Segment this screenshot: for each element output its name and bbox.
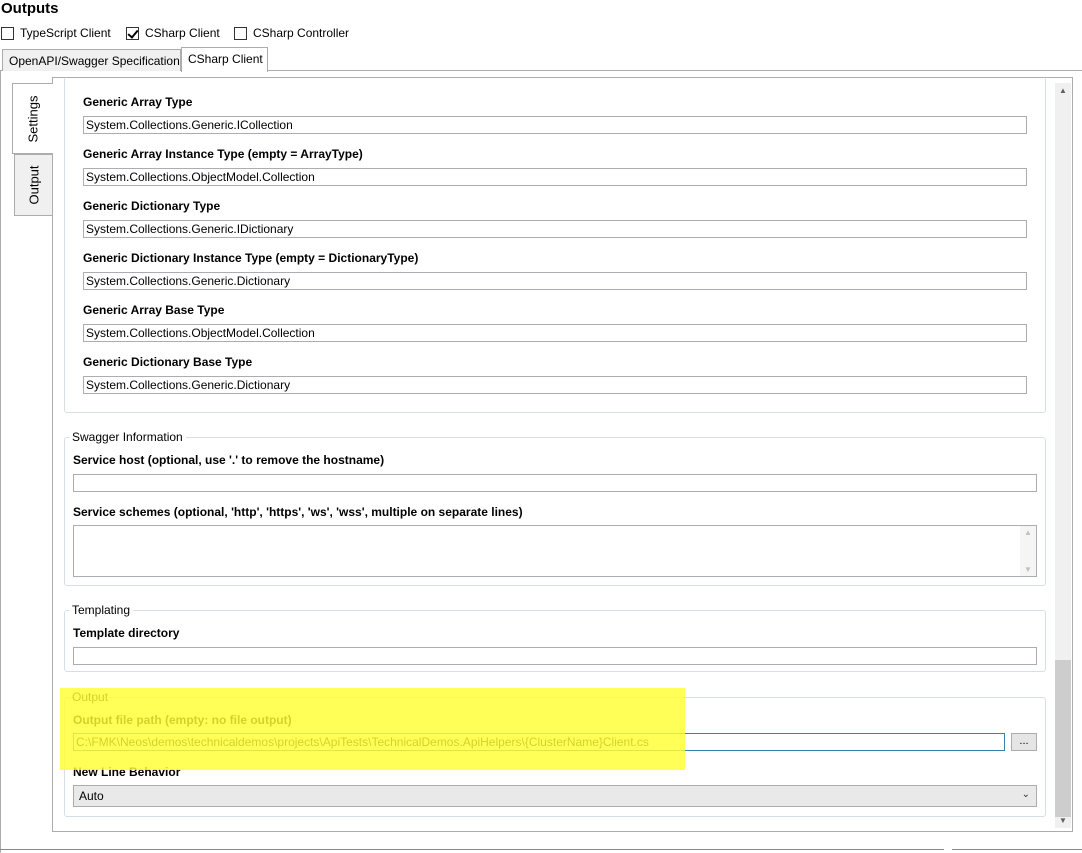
side-tab-settings[interactable]: Settings [12, 83, 53, 154]
generic-array-base-type-label: Generic Array Base Type [83, 303, 225, 317]
group-title: Templating [69, 603, 134, 617]
tab-label: CSharp Client [188, 52, 263, 66]
checkbox-label: CSharp Controller [253, 26, 350, 40]
checkbox-label: CSharp Client [145, 26, 220, 40]
page-title: Outputs [1, 0, 59, 17]
checkbox-label: TypeScript Client [20, 26, 111, 40]
new-line-behavior-select[interactable]: Auto ⌄ [73, 785, 1037, 807]
output-file-path-label: Output file path (empty: no file output) [73, 713, 292, 727]
generic-array-type-field[interactable]: System.Collections.Generic.ICollection [83, 116, 1027, 134]
service-schemes-label: Service schemes (optional, 'http', 'http… [73, 505, 523, 519]
textarea-scrollbar[interactable]: ▲ ▼ [1020, 526, 1036, 576]
template-directory-label: Template directory [73, 626, 180, 640]
generic-array-type-label: Generic Array Type [83, 95, 193, 109]
chevron-down-icon: ⌄ [1021, 789, 1030, 800]
service-host-field[interactable] [73, 474, 1037, 492]
tab-openapi-specification[interactable]: OpenAPI/Swagger Specification [2, 49, 181, 71]
scroll-up-icon[interactable]: ▲ [1024, 528, 1032, 537]
checkbox-box[interactable] [234, 26, 247, 40]
generic-dictionary-instance-type-label: Generic Dictionary Instance Type (empty … [83, 251, 419, 265]
generic-dictionary-base-type-label: Generic Dictionary Base Type [83, 355, 253, 369]
typescript-client-checkbox[interactable]: TypeScript Client [1, 25, 111, 41]
generic-dictionary-base-type-field[interactable]: System.Collections.Generic.Dictionary [83, 376, 1027, 394]
scrollbar-thumb[interactable] [1055, 660, 1071, 817]
side-tab-label: Output [26, 165, 41, 205]
tab-label: OpenAPI/Swagger Specification [9, 54, 180, 68]
scroll-down-icon[interactable]: ▼ [1059, 816, 1067, 825]
service-host-label: Service host (optional, use '.' to remov… [73, 453, 385, 467]
side-tab-output[interactable]: Output [14, 154, 52, 216]
generic-dictionary-instance-type-field[interactable]: System.Collections.Generic.Dictionary [83, 272, 1027, 290]
new-line-behavior-label: New Line Behavior [73, 765, 181, 779]
bottom-divider [0, 849, 944, 850]
csharp-client-checkbox[interactable]: CSharp Client [126, 25, 220, 41]
group-title: Output [72, 690, 109, 704]
generic-dictionary-type-field[interactable]: System.Collections.Generic.IDictionary [83, 220, 1027, 238]
checkbox-box[interactable] [1, 26, 14, 40]
bottom-divider [952, 849, 1082, 850]
browse-button[interactable]: ... [1011, 733, 1037, 751]
group-title: Swagger Information [69, 430, 186, 444]
generic-array-base-type-field[interactable]: System.Collections.ObjectModel.Collectio… [83, 324, 1027, 342]
generic-array-instance-type-field[interactable]: System.Collections.ObjectModel.Collectio… [83, 168, 1027, 186]
output-file-path-field[interactable]: C:\FMK\Neos\demos\technicaldemos\project… [73, 733, 1005, 751]
scroll-down-icon[interactable]: ▼ [1024, 565, 1032, 574]
generic-array-instance-type-label: Generic Array Instance Type (empty = Arr… [83, 147, 363, 161]
csharp-controller-checkbox[interactable]: CSharp Controller [234, 25, 349, 41]
generic-dictionary-type-label: Generic Dictionary Type [83, 199, 221, 213]
service-schemes-textarea[interactable] [73, 525, 1037, 577]
checkbox-box-checked[interactable] [126, 26, 139, 40]
vertical-scrollbar[interactable]: ▲ ▼ [1055, 83, 1071, 828]
tab-csharp-client[interactable]: CSharp Client [181, 47, 268, 72]
select-value: Auto [79, 789, 104, 803]
side-tab-label: Settings [25, 95, 41, 142]
scroll-up-icon[interactable]: ▲ [1059, 86, 1067, 95]
template-directory-field[interactable] [73, 647, 1037, 665]
